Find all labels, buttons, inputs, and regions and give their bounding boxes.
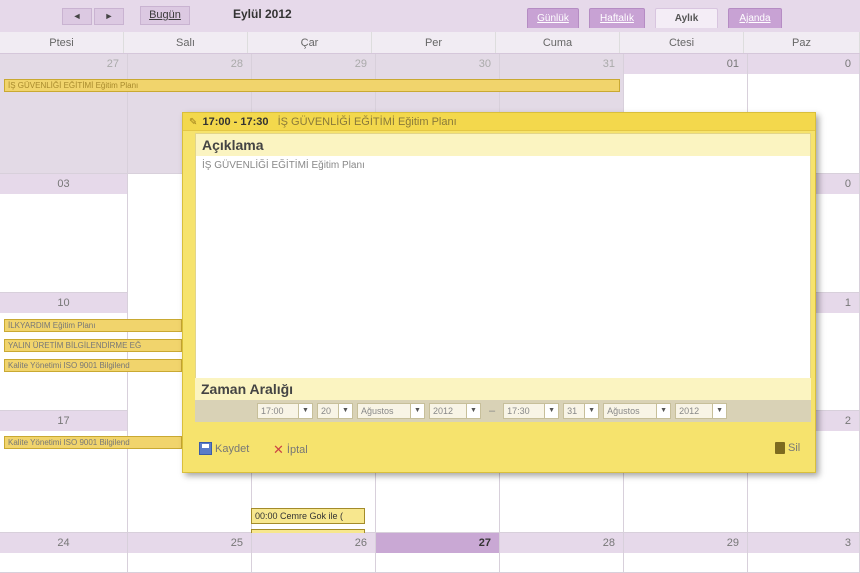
weekday-header-row: Ptesi Salı Çar Per Cuma Ctesi Paz <box>0 32 860 54</box>
weekday-header: Per <box>372 32 496 53</box>
event-item[interactable]: Kalite Yönetimi ISO 9001 Bilgilend <box>4 436 182 449</box>
save-label: Kaydet <box>215 442 250 455</box>
description-text[interactable]: İŞ GÜVENLİĞİ EĞİTİMİ Eğitim Planı <box>196 156 810 175</box>
event-popup: ✎ 17:00 - 17:30 İŞ GÜVENLİĞİ EĞİTİMİ Eği… <box>182 112 816 473</box>
time-range-label: Zaman Aralığı <box>195 378 811 400</box>
select-value: 2012 <box>433 406 454 416</box>
dropdown-arrow-icon: ▼ <box>544 404 559 418</box>
select-value: 17:00 <box>261 406 284 416</box>
day-number: 26 <box>252 533 375 553</box>
start-year-select[interactable]: 2012 ▼ <box>429 403 481 419</box>
day-number: 28 <box>500 533 623 553</box>
day-number: 0 <box>748 54 859 74</box>
popup-header: ✎ 17:00 - 17:30 İŞ GÜVENLİĞİ EĞİTİMİ Eği… <box>183 113 815 131</box>
save-button[interactable]: Kaydet <box>199 442 249 455</box>
arrow-right-icon: ► <box>104 11 114 21</box>
weekday-header: Paz <box>744 32 860 53</box>
next-month-button[interactable]: ► <box>94 8 124 25</box>
description-label: Açıklama <box>196 134 810 156</box>
weekday-header: Cuma <box>496 32 620 53</box>
event-item[interactable]: 00:00 Cemre Gok ile ( <box>251 508 365 524</box>
tab-daily[interactable]: Günlük <box>527 8 579 28</box>
dropdown-arrow-icon: ▼ <box>584 404 599 418</box>
dropdown-arrow-icon: ▼ <box>466 404 480 418</box>
weekday-header: Salı <box>124 32 248 53</box>
day-cell[interactable]: 24 <box>0 533 128 573</box>
day-number: 24 <box>0 533 127 553</box>
dropdown-arrow-icon: ▼ <box>338 404 352 418</box>
event-item[interactable]: YALIN ÜRETİM BİLGİLENDİRME EĞ <box>4 339 182 352</box>
day-cell[interactable]: 27 <box>0 54 128 174</box>
day-cell[interactable]: 29 <box>624 533 748 573</box>
start-time-select[interactable]: 17:00 ▼ <box>257 403 313 419</box>
close-icon: ✕ <box>273 442 284 457</box>
pencil-icon: ✎ <box>189 117 198 128</box>
day-cell-today[interactable]: 27 <box>376 533 500 573</box>
event-title: İŞ GÜVENLİĞİ EĞİTİMİ Eğitim Planı <box>277 116 457 128</box>
week-row: 24 25 26 27 28 29 3 <box>0 533 860 573</box>
dropdown-arrow-icon: ▼ <box>410 404 424 418</box>
day-number: 29 <box>624 533 747 553</box>
prev-month-button[interactable]: ◄ <box>62 8 92 25</box>
calendar-toolbar: ◄ ► Bugün Eylül 2012 Günlük Haftalık Ayl… <box>0 0 860 32</box>
end-year-select[interactable]: 2012 ▼ <box>675 403 728 419</box>
day-number: 03 <box>0 174 127 194</box>
day-cell[interactable]: 26 <box>252 533 376 573</box>
end-time-select[interactable]: 17:30 ▼ <box>503 403 560 419</box>
tab-weekly[interactable]: Haftalık <box>589 8 645 28</box>
start-month-select[interactable]: Ağustos ▼ <box>357 403 425 419</box>
select-value: 2012 <box>679 406 700 416</box>
day-cell[interactable]: 25 <box>128 533 252 573</box>
select-value: Ağustos <box>607 406 640 416</box>
day-number: 30 <box>376 54 499 74</box>
select-value: Ağustos <box>361 406 394 416</box>
end-day-select[interactable]: 31 ▼ <box>563 403 600 419</box>
day-cell[interactable]: 17 <box>0 411 128 533</box>
floppy-disk-icon <box>199 442 212 455</box>
day-number: 01 <box>624 54 747 74</box>
today-button[interactable]: Bugün <box>140 6 190 25</box>
popup-body: Açıklama İŞ GÜVENLİĞİ EĞİTİMİ Eğitim Pla… <box>195 133 811 420</box>
day-number: 27 <box>0 54 127 74</box>
event-item[interactable]: İLKYARDIM Eğitim Planı <box>4 319 182 332</box>
select-value: 17:30 <box>507 406 530 416</box>
weekday-header: Ptesi <box>0 32 124 53</box>
cancel-button[interactable]: ✕ İptal <box>273 442 308 458</box>
day-number: 10 <box>0 293 127 313</box>
cancel-label: İptal <box>286 444 308 456</box>
end-month-select[interactable]: Ağustos ▼ <box>603 403 672 419</box>
select-value: 31 <box>567 406 578 416</box>
delete-button[interactable]: Sil <box>775 442 800 454</box>
day-number: 31 <box>500 54 623 74</box>
day-cell[interactable]: 28 <box>500 533 624 573</box>
delete-label: Sil <box>788 442 801 454</box>
start-day-select[interactable]: 20 ▼ <box>317 403 353 419</box>
weekday-header: Çar <box>248 32 372 53</box>
weekday-header: Ctesi <box>620 32 744 53</box>
tab-agenda[interactable]: Ajanda <box>728 8 782 28</box>
dropdown-arrow-icon: ▼ <box>656 404 671 418</box>
day-number: 28 <box>128 54 251 74</box>
trash-icon <box>775 442 785 454</box>
select-value: 20 <box>321 406 332 416</box>
dropdown-arrow-icon: ▼ <box>712 404 727 418</box>
day-cell[interactable]: 3 <box>748 533 860 573</box>
event-banner[interactable]: İŞ GÜVENLİĞİ EĞİTİMİ Eğitim Planı <box>4 79 620 92</box>
day-cell[interactable]: 03 <box>0 174 128 293</box>
event-time: 17:00 - 17:30 <box>202 116 269 128</box>
month-title: Eylül 2012 <box>233 7 292 21</box>
day-cell[interactable]: 10 <box>0 293 128 411</box>
event-item[interactable]: Kalite Yönetimi ISO 9001 Bilgilend <box>4 359 182 372</box>
popup-footer: Kaydet ✕ İptal Sil <box>183 438 815 462</box>
time-range-controls: 17:00 ▼ 20 ▼ Ağustos ▼ 2012 ▼ – 17:30 ▼ 31 ▼ A… <box>195 400 811 422</box>
tab-monthly[interactable]: Aylık <box>655 8 718 28</box>
range-separator: – <box>489 405 496 417</box>
day-number: 3 <box>748 533 859 553</box>
day-number: 25 <box>128 533 251 553</box>
day-number: 17 <box>0 411 127 431</box>
arrow-left-icon: ◄ <box>72 11 82 21</box>
dropdown-arrow-icon: ▼ <box>298 404 312 418</box>
day-number: 29 <box>252 54 375 74</box>
day-number: 27 <box>376 533 499 553</box>
